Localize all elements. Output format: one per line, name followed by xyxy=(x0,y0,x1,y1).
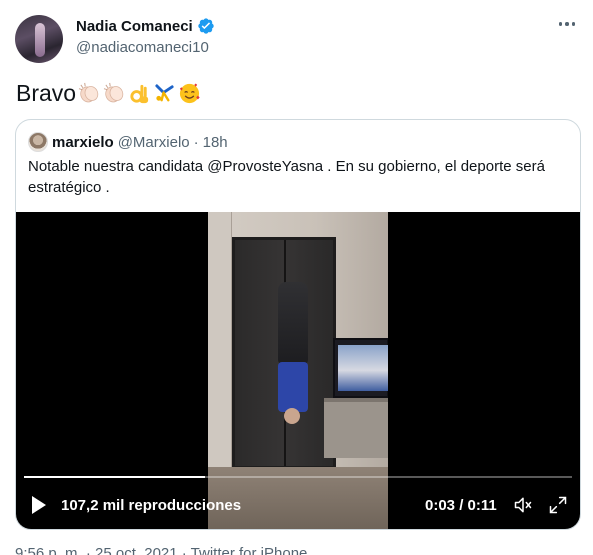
smiling-face-with-hearts-emoji xyxy=(180,83,200,104)
author-avatar[interactable] xyxy=(15,15,63,63)
quoted-author-name[interactable]: marxielo xyxy=(52,134,114,151)
quoted-tweet[interactable]: marxielo @Marxielo · 18h Notable nuestra… xyxy=(15,119,581,530)
clapping-hands-emoji xyxy=(78,82,99,103)
video-progress-fill xyxy=(24,476,205,478)
quoted-tweet-text: Notable nuestra candidata @ProvosteYasna… xyxy=(28,158,545,196)
author-name-row: Nadia Comaneci xyxy=(76,17,215,35)
fullscreen-icon[interactable] xyxy=(548,495,568,515)
quoted-author-handle[interactable]: @Marxielo xyxy=(118,134,190,151)
video-progress-bar[interactable] xyxy=(24,476,572,478)
more-options-icon[interactable] xyxy=(555,18,580,30)
ok-hand-emoji xyxy=(130,84,149,104)
view-count: 107,2 mil reproducciones xyxy=(61,497,242,514)
separator-dot: · xyxy=(193,133,199,151)
video-player[interactable]: 107,2 mil reproducciones 0:03 / 0:11 xyxy=(16,212,580,529)
tweet-emojis xyxy=(78,82,201,105)
quoted-tweet-header: marxielo @Marxielo · 18h xyxy=(28,132,228,152)
tweet-text: Bravo xyxy=(16,80,201,107)
video-controls: 107,2 mil reproducciones 0:03 / 0:11 xyxy=(16,490,580,520)
author-handle[interactable]: @nadiacomaneci10 xyxy=(76,39,209,56)
quoted-tweet-time[interactable]: 18h xyxy=(203,134,228,151)
volume-muted-icon[interactable] xyxy=(512,495,534,515)
play-icon[interactable] xyxy=(32,496,46,514)
clapping-hands-emoji xyxy=(103,82,124,103)
tweet: Nadia Comaneci @nadiacomaneci10 Bravo ma… xyxy=(0,0,593,555)
tweet-text-body: Bravo xyxy=(16,80,77,106)
quoted-author-avatar[interactable] xyxy=(28,132,48,152)
person-cartwheeling-emoji xyxy=(155,84,174,102)
tweet-timestamp[interactable]: 9:56 p. m. · 25 oct. 2021 · Twitter for … xyxy=(15,545,307,555)
author-display-name[interactable]: Nadia Comaneci xyxy=(76,18,193,35)
video-timecode: 0:03 / 0:11 xyxy=(425,497,497,514)
verified-badge-icon xyxy=(198,18,214,34)
video-frame xyxy=(208,212,388,529)
